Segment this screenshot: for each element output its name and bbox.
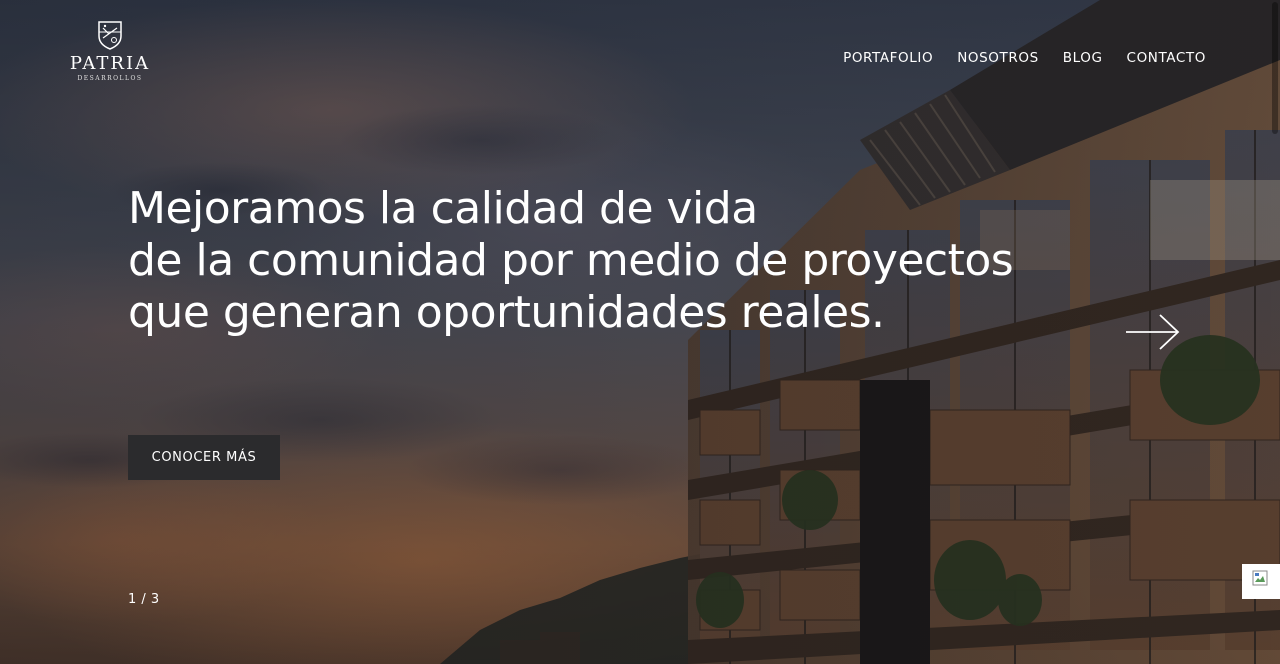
logo-name: PATRIA bbox=[69, 53, 151, 74]
hero-headline: Mejoramos la calidad de vida de la comun… bbox=[128, 183, 1014, 339]
hero-slider: PATRIA DESARROLLOS PORTAFOLIO NOSOTROS B… bbox=[0, 0, 1280, 664]
hero-headline-line: que generan oportunidades reales. bbox=[128, 287, 885, 338]
logo[interactable]: PATRIA DESARROLLOS bbox=[62, 20, 158, 94]
hero-headline-line: de la comunidad por medio de proyectos bbox=[128, 235, 1014, 286]
floating-widget[interactable] bbox=[1242, 564, 1280, 599]
nav-link-nosotros[interactable]: NOSOTROS bbox=[957, 48, 1039, 68]
nav-link-blog[interactable]: BLOG bbox=[1063, 48, 1103, 68]
main-nav: PORTAFOLIO NOSOTROS BLOG CONTACTO bbox=[843, 48, 1206, 68]
arrow-right-icon[interactable] bbox=[1124, 312, 1182, 352]
broken-image-icon bbox=[1252, 570, 1268, 586]
crest-icon bbox=[98, 21, 122, 50]
conocer-mas-button[interactable]: CONOCER MÁS bbox=[128, 435, 280, 480]
logo-subtitle: DESARROLLOS bbox=[77, 75, 143, 82]
hero-headline-line: Mejoramos la calidad de vida bbox=[128, 183, 758, 234]
scrollbar-thumb[interactable] bbox=[1272, 2, 1278, 134]
nav-link-portafolio[interactable]: PORTAFOLIO bbox=[843, 48, 933, 68]
nav-link-contacto[interactable]: CONTACTO bbox=[1127, 48, 1206, 68]
slide-counter: 1 / 3 bbox=[128, 592, 160, 607]
